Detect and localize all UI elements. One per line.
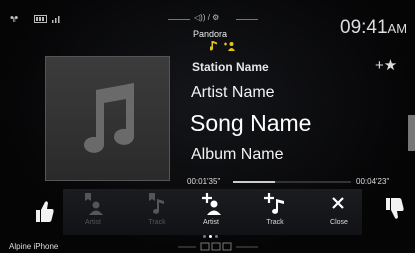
device-name: Alpine iPhone bbox=[9, 242, 59, 251]
source-name: Pandora bbox=[193, 29, 228, 39]
source-icons bbox=[210, 41, 236, 51]
music-note-icon bbox=[210, 41, 217, 51]
thumbs-down-button[interactable] bbox=[378, 188, 408, 236]
signal-icon bbox=[52, 16, 60, 23]
add-track-button[interactable]: Track bbox=[245, 188, 305, 236]
indicator-line-left bbox=[168, 19, 190, 20]
song-name: Song Name bbox=[190, 110, 312, 136]
station-name: Station Name bbox=[192, 60, 269, 74]
ban-artist-label: Artist bbox=[85, 219, 101, 226]
svg-text:ᖳᖰ: ᖳᖰ bbox=[10, 15, 18, 23]
music-note-placeholder-icon bbox=[84, 83, 134, 153]
thumbs-down-icon bbox=[386, 198, 404, 219]
volume-settings-icon: ◁)) / ⚙ bbox=[194, 13, 220, 22]
screen: ᖳᖰ ◁)) / ⚙ 09:41AM Pandora Station Name … bbox=[0, 0, 415, 253]
status-bar: ᖳᖰ ◁)) / ⚙ 09:41AM bbox=[0, 0, 415, 38]
clock: 09:41AM bbox=[340, 17, 407, 39]
add-artist-label: Artist bbox=[203, 219, 219, 226]
clock-time: 09:41 bbox=[340, 17, 388, 38]
artist-name: Artist Name bbox=[191, 84, 275, 101]
page-dot bbox=[203, 235, 206, 238]
add-track-icon bbox=[264, 193, 284, 214]
home-bar-icon[interactable] bbox=[178, 241, 258, 253]
close-icon bbox=[332, 197, 344, 209]
elapsed-time: 00:01'35" bbox=[187, 177, 221, 186]
page-dot bbox=[215, 235, 218, 238]
progress-fill bbox=[233, 181, 276, 183]
page-indicator bbox=[203, 235, 218, 238]
phone-connected-icon: ᖳᖰ bbox=[10, 15, 18, 23]
album-art bbox=[45, 56, 170, 181]
status-icons: ᖳᖰ bbox=[10, 14, 62, 23]
add-track-label: Track bbox=[266, 219, 284, 226]
add-artist-icon bbox=[202, 193, 221, 215]
indicator-line-right bbox=[236, 19, 258, 20]
battery-icon bbox=[34, 14, 47, 23]
thumbs-up-button[interactable] bbox=[28, 188, 58, 236]
thumbs-up-icon bbox=[36, 201, 54, 222]
close-button[interactable]: Close bbox=[309, 188, 369, 236]
total-time: 00:04'23" bbox=[356, 177, 390, 186]
ban-track-icon bbox=[149, 193, 164, 214]
ban-track-button[interactable]: Track bbox=[127, 188, 187, 236]
album-name: Album Name bbox=[191, 146, 284, 163]
edge-scroll-handle[interactable] bbox=[408, 115, 415, 151]
add-artist-button[interactable]: Artist bbox=[181, 188, 241, 236]
clock-ampm: AM bbox=[387, 21, 408, 36]
page-dot-active bbox=[209, 235, 212, 238]
close-label: Close bbox=[330, 219, 348, 226]
add-favorite-button[interactable]: +★ bbox=[375, 56, 397, 74]
progress-bar[interactable] bbox=[233, 181, 351, 183]
audio-settings-indicator[interactable]: ◁)) / ⚙ bbox=[168, 13, 258, 25]
ban-artist-icon bbox=[85, 193, 103, 215]
ban-track-label: Track bbox=[148, 219, 166, 226]
ban-artist-button[interactable]: Artist bbox=[63, 188, 123, 236]
artist-add-icon bbox=[224, 42, 235, 51]
